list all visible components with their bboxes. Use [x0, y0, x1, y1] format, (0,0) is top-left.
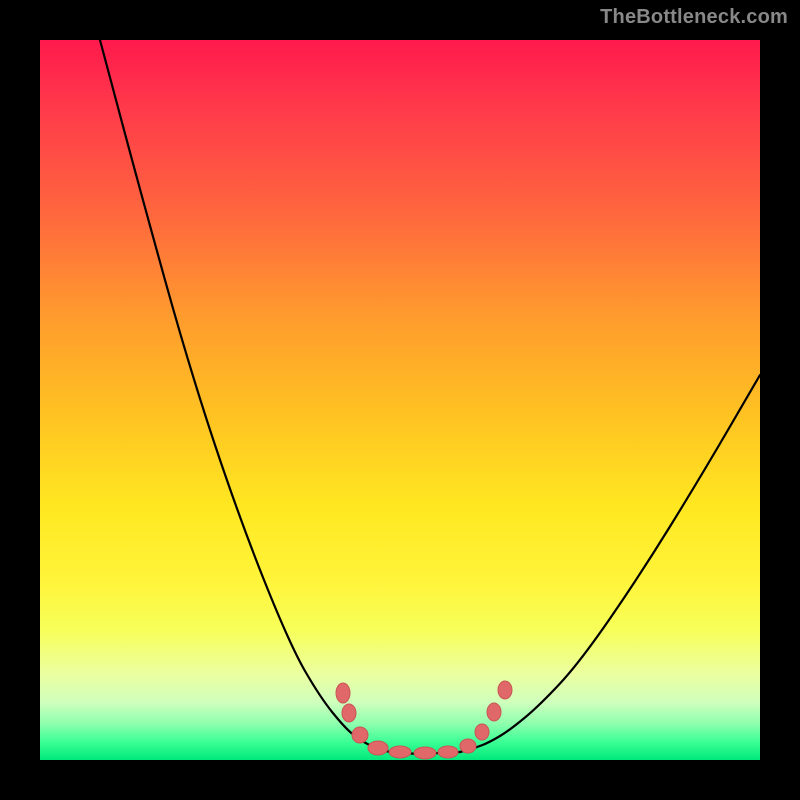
chart-frame: TheBottleneck.com	[0, 0, 800, 800]
watermark-text: TheBottleneck.com	[600, 6, 788, 29]
data-marker	[389, 746, 411, 758]
data-marker	[368, 741, 388, 755]
data-marker	[414, 747, 436, 759]
data-marker	[336, 683, 350, 703]
data-marker	[352, 727, 368, 743]
plot-area	[40, 40, 760, 760]
data-marker	[460, 739, 476, 753]
data-marker	[438, 746, 458, 758]
marker-group	[336, 681, 512, 759]
data-marker	[475, 724, 489, 740]
data-marker	[342, 704, 356, 722]
data-marker	[487, 703, 501, 721]
curve-group	[100, 40, 760, 754]
data-marker	[498, 681, 512, 699]
chart-svg	[40, 40, 760, 760]
curve-left	[100, 40, 390, 752]
